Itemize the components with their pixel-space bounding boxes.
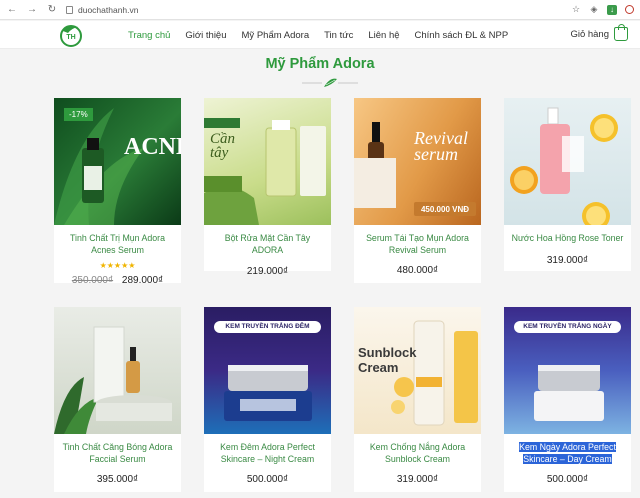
logo-icon[interactable]: TH bbox=[58, 23, 84, 47]
forward-icon[interactable]: → bbox=[26, 4, 38, 16]
image-title: Cần tây bbox=[210, 131, 236, 161]
product-price: 319.000₫ bbox=[546, 254, 589, 266]
product-card[interactable]: -17% ACNE Tinh Chất Trị Mụn Adora Acnes … bbox=[54, 98, 181, 286]
product-price: 319.000₫ bbox=[396, 474, 439, 485]
product-card[interactable]: KEM TRUYỀN TRẮNG NGÀY Kem Ngày Adora Per… bbox=[504, 307, 631, 492]
site-header: TH Trang chủ Giới thiệu Mỹ Phẩm Adora Ti… bbox=[0, 21, 640, 49]
product-name[interactable]: Kem Chống Nắng Adora Sunblock Cream bbox=[354, 442, 481, 465]
browser-toolbar: ← → ↻ duochathanh.vn ☆ ◈ ↓ bbox=[0, 0, 640, 20]
cart-label: Giỏ hàng bbox=[570, 28, 609, 40]
image-title: ACNE bbox=[124, 134, 181, 160]
nav-item-news[interactable]: Tin tức bbox=[324, 30, 353, 41]
url-text: duochathanh.vn bbox=[78, 4, 139, 15]
product-name[interactable]: Tinh Chất Căng Bóng Adora Faccial Serum bbox=[54, 442, 181, 465]
main-nav: Trang chủ Giới thiệu Mỹ Phẩm Adora Tin t… bbox=[128, 21, 508, 49]
reload-icon[interactable]: ↻ bbox=[46, 4, 58, 16]
image-title: Revival serum bbox=[414, 128, 468, 164]
address-bar[interactable]: duochathanh.vn bbox=[66, 2, 563, 18]
back-icon[interactable]: ← bbox=[6, 4, 18, 16]
product-price: 500.000₫ bbox=[546, 474, 589, 485]
product-image[interactable] bbox=[504, 98, 631, 225]
product-price: 395.000₫ bbox=[96, 474, 139, 485]
product-image[interactable]: KEM TRUYỀN TRẮNG NGÀY bbox=[504, 307, 631, 434]
product-name-line: Kem Ngày Adora Perfect bbox=[519, 442, 616, 452]
product-name[interactable]: Tinh Chất Trị Mụn Adora Acnes Serum bbox=[54, 233, 181, 256]
serum-pedestal-illustration-icon bbox=[54, 326, 172, 434]
product-image[interactable]: KEM TRUYỀN TRẮNG ĐÊM bbox=[204, 307, 331, 434]
product-price: 500.000₫ bbox=[246, 474, 289, 485]
shopping-bag-icon bbox=[614, 24, 628, 41]
product-image[interactable]: -17% ACNE bbox=[54, 98, 181, 225]
image-price: 450.000 VNĐ bbox=[420, 205, 470, 214]
discount-badge: -17% bbox=[64, 108, 93, 121]
nav-item-home[interactable]: Trang chủ bbox=[128, 30, 170, 41]
product-image[interactable]: Revival serum 450.000 VNĐ bbox=[354, 98, 481, 225]
product-name-line: Skincare – Day Cream bbox=[523, 453, 612, 464]
leaf-divider-icon bbox=[302, 78, 358, 87]
celery-illustration-icon bbox=[204, 118, 326, 225]
product-card[interactable]: Cần tây Bột Rửa Mặt Cần Tây ADORA 219.00… bbox=[204, 98, 331, 277]
image-title: Sunblock Cream bbox=[358, 345, 417, 375]
product-image[interactable]: Cần tây bbox=[204, 98, 331, 225]
record-icon[interactable] bbox=[625, 5, 634, 14]
nav-item-policy[interactable]: Chính sách ĐL & NPP bbox=[415, 30, 509, 41]
product-card[interactable]: Tinh Chất Căng Bóng Adora Faccial Serum … bbox=[54, 307, 181, 492]
shield-icon[interactable]: ◈ bbox=[589, 4, 599, 15]
product-name[interactable]: Kem Đêm Adora Perfect Skincare – Night C… bbox=[204, 442, 331, 465]
product-card[interactable]: Sunblock Cream Kem Chống Nắng Adora Sunb… bbox=[354, 307, 481, 492]
product-price: 219.000₫ bbox=[246, 266, 289, 277]
old-price: 350.000₫ bbox=[71, 275, 114, 286]
cream-jar-illustration-icon bbox=[224, 365, 312, 421]
section-title: Mỹ Phẩm Adora bbox=[265, 56, 375, 72]
product-name[interactable]: Bột Rửa Mặt Cần Tây ADORA bbox=[204, 233, 331, 256]
svg-text:TH: TH bbox=[66, 34, 75, 41]
product-name[interactable]: Kem Ngày Adora Perfect Skincare – Day Cr… bbox=[504, 442, 631, 465]
star-icon[interactable]: ☆ bbox=[571, 4, 581, 15]
product-name[interactable]: Serum Tái Tạo Mụn Adora Revival Serum bbox=[354, 233, 481, 256]
nav-item-cosmetics[interactable]: Mỹ Phẩm Adora bbox=[242, 30, 310, 41]
nav-item-about[interactable]: Giới thiệu bbox=[185, 30, 226, 41]
product-card[interactable]: KEM TRUYỀN TRẮNG ĐÊM Kem Đêm Adora Perfe… bbox=[204, 307, 331, 492]
product-card[interactable]: Nước Hoa Hồng Rose Toner 319.000₫ bbox=[504, 98, 631, 271]
nav-item-contact[interactable]: Liên hệ bbox=[368, 30, 399, 41]
product-image[interactable]: Sunblock Cream bbox=[354, 307, 481, 434]
rating-stars: ★★★★★ bbox=[99, 261, 136, 270]
cream-jar-illustration-icon bbox=[534, 365, 604, 421]
product-image[interactable] bbox=[54, 307, 181, 434]
download-icon[interactable]: ↓ bbox=[607, 4, 617, 15]
product-price: 480.000₫ bbox=[396, 265, 439, 276]
product-card[interactable]: Revival serum 450.000 VNĐ Serum Tái Tạo … bbox=[354, 98, 481, 283]
rose-toner-illustration-icon bbox=[510, 107, 618, 225]
cart-button[interactable]: Giỏ hàng bbox=[570, 24, 628, 41]
lock-icon bbox=[66, 5, 73, 14]
sale-price: 289.000₫ bbox=[121, 275, 164, 286]
product-name[interactable]: Nước Hoa Hồng Rose Toner bbox=[504, 233, 631, 245]
product-price: 350.000₫ 289.000₫ bbox=[54, 275, 181, 286]
